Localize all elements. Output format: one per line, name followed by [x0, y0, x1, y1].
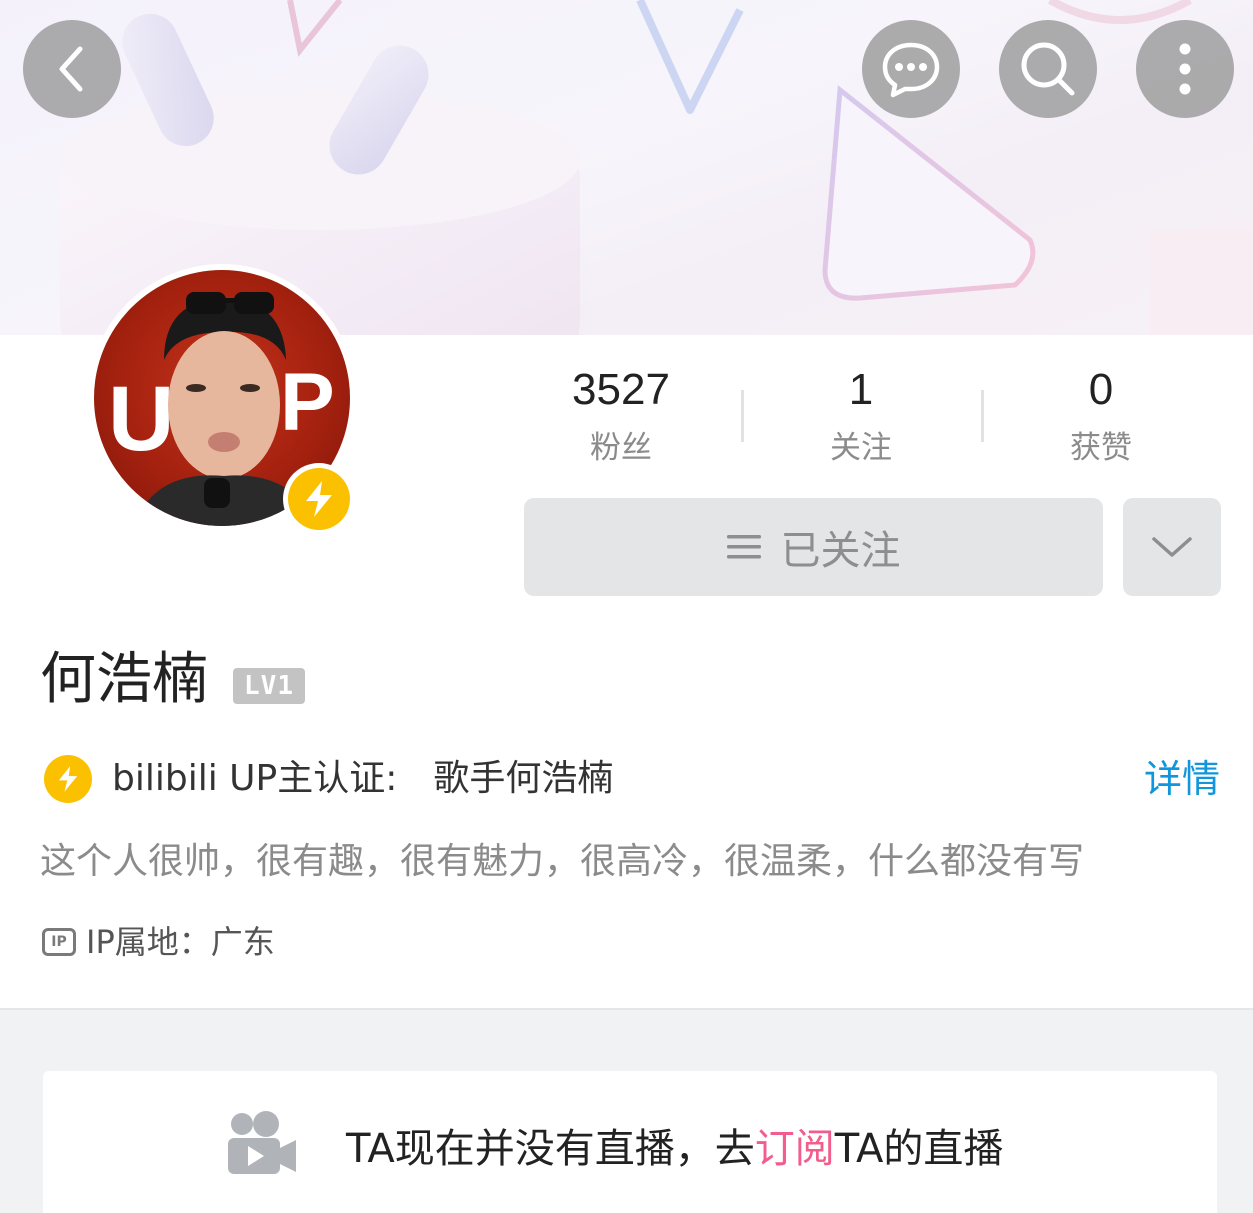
followed-button-label: 已关注 [780, 528, 901, 574]
following-stat[interactable]: 1 关注 [761, 362, 961, 470]
search-button[interactable] [999, 20, 1097, 118]
following-count: 1 [848, 365, 874, 414]
live-text-after: TA的直播 [834, 1126, 1004, 1172]
chevron-left-icon [59, 46, 83, 92]
chevron-down-icon [1152, 537, 1192, 557]
subscribe-link[interactable]: 订阅 [755, 1126, 835, 1172]
verification-text: bilibili UP主认证: 歌手何浩楠 [112, 755, 613, 803]
ip-location-text: IP属地：广东 [86, 923, 275, 961]
following-label: 关注 [830, 430, 892, 466]
lightning-icon [44, 755, 92, 803]
follow-dropdown-button[interactable] [1123, 498, 1221, 596]
details-link[interactable]: 详情 [1144, 753, 1220, 805]
video-camera-icon [228, 1111, 296, 1174]
stat-divider [741, 390, 744, 442]
lightning-glyph [58, 766, 78, 792]
likes-count: 0 [1088, 365, 1114, 414]
more-options-button[interactable] [1136, 20, 1234, 118]
live-text-before: TA现在并没有直播，去 [346, 1126, 755, 1172]
verification-value: 歌手何浩楠 [433, 758, 614, 799]
level-badge: LV1 [233, 668, 305, 704]
message-button[interactable] [862, 20, 960, 118]
fans-label: 粉丝 [590, 430, 652, 466]
user-name: 何浩楠 [40, 647, 208, 712]
search-icon [1021, 42, 1075, 96]
stat-divider [981, 390, 984, 442]
chat-bubble-icon [882, 42, 940, 98]
svg-text:P: P [280, 357, 335, 448]
up-verified-badge [283, 463, 355, 535]
fans-stat[interactable]: 3527 粉丝 [521, 362, 721, 470]
bio-text: 这个人很帅，很有趣，很有魅力，很高冷，很温柔，什么都没有写 [40, 841, 1085, 882]
likes-label: 获赞 [1070, 430, 1132, 466]
more-vertical-icon [1179, 43, 1191, 95]
menu-lines-icon [726, 535, 761, 559]
lightning-icon [306, 481, 332, 517]
fans-count: 3527 [572, 365, 670, 414]
likes-stat[interactable]: 0 获赞 [1001, 362, 1201, 470]
svg-text:U: U [108, 368, 174, 470]
ip-icon: IP [42, 928, 76, 956]
verification-prefix: bilibili UP主认证: [112, 758, 398, 799]
back-button[interactable] [23, 20, 121, 118]
followed-button[interactable]: 已关注 [524, 498, 1103, 596]
ip-location: IP IP属地：广东 [42, 920, 275, 964]
live-status-text: TA现在并没有直播，去订阅TA的直播 [346, 1122, 1003, 1176]
